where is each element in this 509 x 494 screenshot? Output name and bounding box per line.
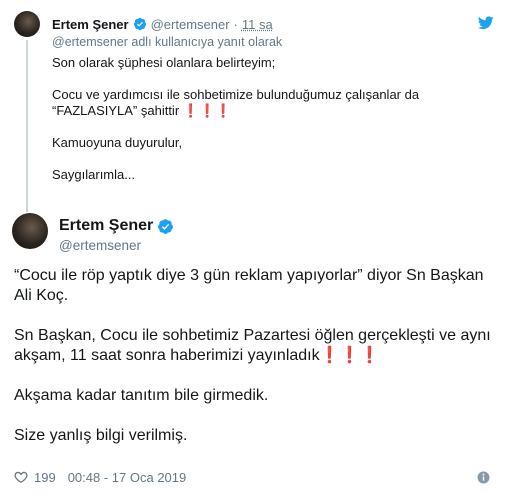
thread-connector-line [26, 40, 28, 212]
reply-tweet-text: Son olarak şüphesi olanlara belirteyim; … [52, 55, 492, 183]
reply-author-avatar[interactable] [14, 11, 40, 37]
main-text-line: Sn Başkan, Cocu ile sohbetimiz Pazartesi… [14, 327, 491, 344]
reply-tweet[interactable]: Ertem Şener @ertemsener · 11 sa @ertemse… [0, 0, 509, 212]
main-text-line: Akşama kadar tanıtım bile girmedik. [14, 387, 269, 404]
main-text-line [14, 406, 500, 426]
reply-text-line: “FAZLASIYLA” şahittir ❗❗❗ [52, 103, 232, 118]
heart-icon[interactable] [14, 470, 28, 484]
replying-to-label[interactable]: @ertemsener adlı kullanıcıya yanıt olara… [52, 35, 282, 49]
reply-text-line: Son olarak şüphesi olanlara belirteyim; [52, 55, 276, 70]
verified-badge-icon [157, 218, 174, 235]
reply-text-line: Cocu ve yardımcısı ile sohbetimize bulun… [52, 87, 420, 102]
reply-timestamp-link[interactable]: 11 sa [242, 17, 273, 32]
separator-dot: · [233, 16, 238, 32]
main-tweet-text: “Cocu ile röp yaptık diye 3 gün reklam y… [14, 266, 500, 446]
tweet-footer: 199 00:48 - 17 Oca 2019 [14, 468, 186, 486]
reply-text-line: Kamuoyuna duyurulur, [52, 135, 183, 150]
main-text-line: Size yanlış bilgi verilmiş. [14, 427, 188, 444]
twitter-bird-icon[interactable] [478, 16, 494, 30]
main-text-line: Ali Koç. [14, 287, 69, 304]
tweet-timestamp[interactable]: 00:48 - 17 Oca 2019 [68, 470, 187, 485]
main-author-name-row: Ertem Şener [59, 216, 178, 236]
main-author-avatar[interactable] [12, 213, 48, 249]
main-text-line [14, 306, 500, 326]
reply-text-line [52, 119, 492, 135]
main-text-line [14, 366, 500, 386]
reply-text-line [52, 71, 492, 87]
reply-text-line: Saygılarımla... [52, 167, 136, 182]
main-author-name[interactable]: Ertem Şener [59, 217, 153, 235]
main-text-line: “Cocu ile röp yaptık diye 3 gün reklam y… [14, 267, 484, 284]
reply-text-line [52, 151, 492, 167]
reply-author-name[interactable]: Ertem Şener [52, 17, 129, 32]
like-count[interactable]: 199 [34, 470, 56, 485]
verified-badge-icon [133, 17, 147, 31]
main-text-line: akşam, 11 saat sonra haberimizi yayınlad… [14, 347, 380, 364]
info-icon[interactable] [477, 471, 490, 484]
reply-tweet-header: Ertem Şener @ertemsener · 11 sa [52, 15, 273, 33]
main-author-handle[interactable]: @ertemsener [59, 238, 141, 253]
reply-author-handle[interactable]: @ertemsener [151, 17, 230, 32]
